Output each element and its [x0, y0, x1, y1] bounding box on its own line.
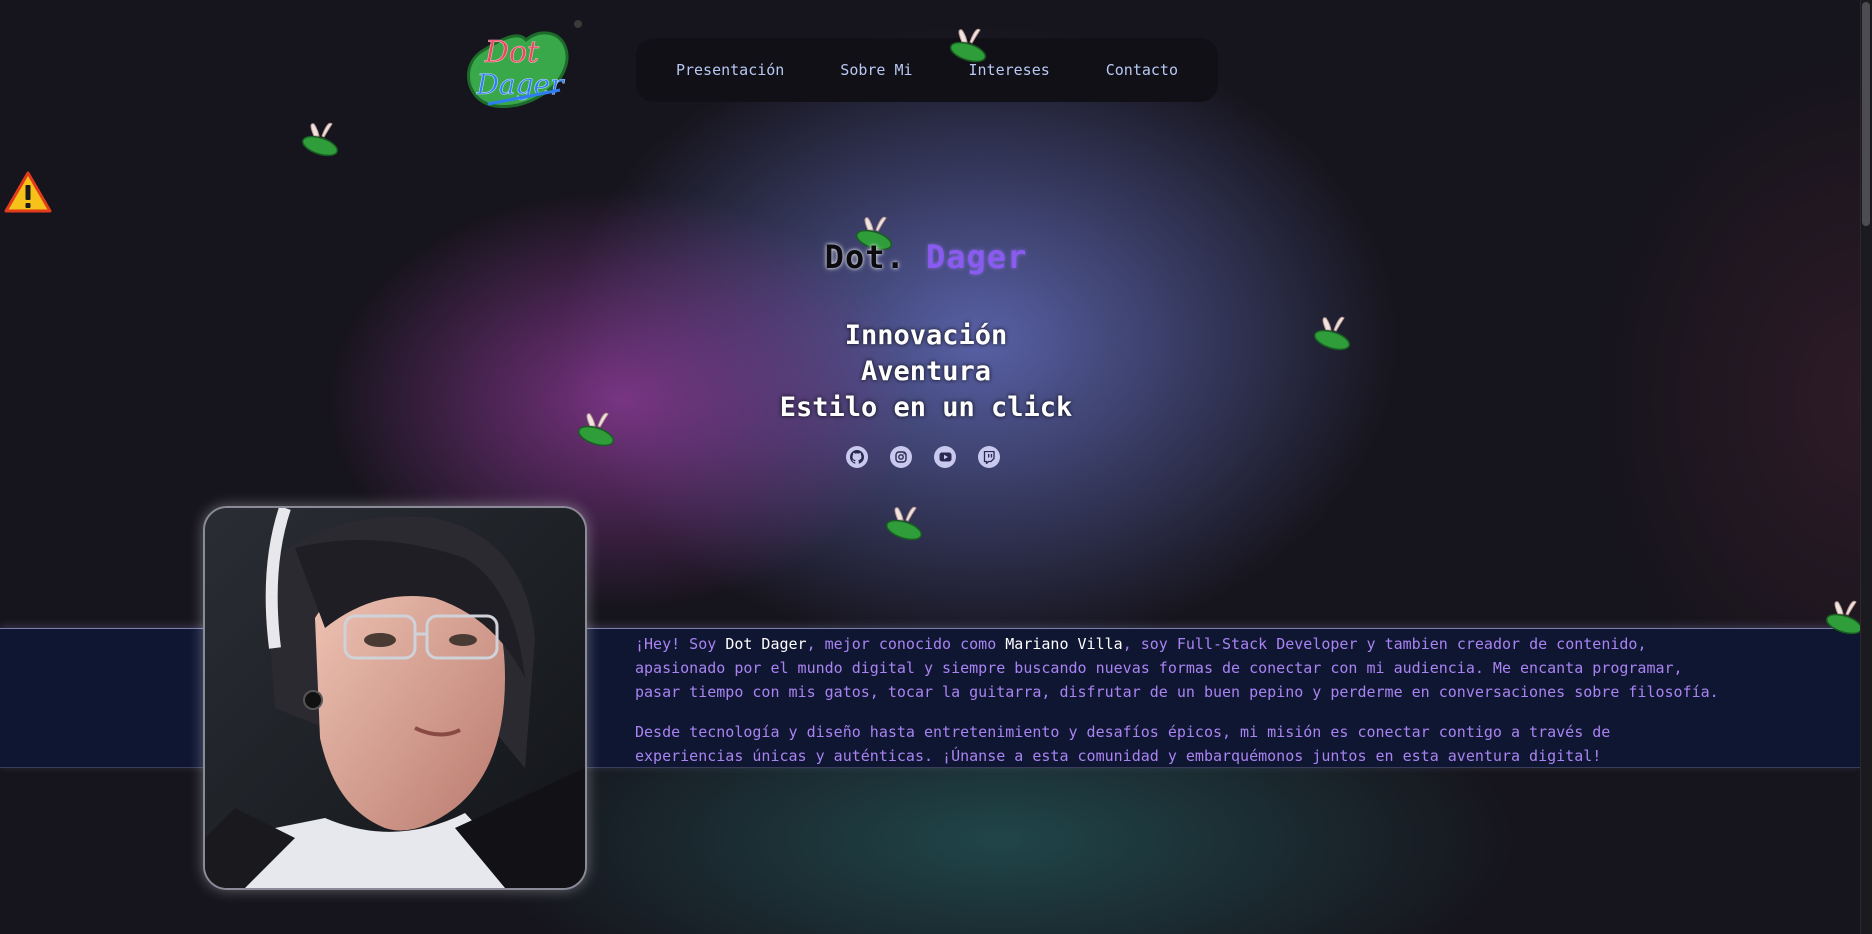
instagram-icon[interactable]: [890, 446, 912, 468]
nav-item-presentacion[interactable]: Presentación: [676, 61, 784, 79]
nav-item-contacto[interactable]: Contacto: [1106, 61, 1178, 79]
hero-title-dot: Dot.: [824, 238, 906, 276]
hero-title: Dot. Dager: [0, 238, 1852, 276]
warning-icon[interactable]: [4, 170, 52, 214]
hero-tagline: Innovación Aventura Estilo en un click: [0, 318, 1852, 426]
about-p1-mid: , mejor conocido como: [806, 635, 1006, 653]
flying-pickle-icon: [885, 506, 923, 541]
nav-item-sobre-mi[interactable]: Sobre Mi: [840, 61, 912, 79]
about-paragraph-1: ¡Hey! Soy Dot Dager, mejor conocido como…: [635, 632, 1725, 704]
page-scrollbar[interactable]: [1860, 0, 1872, 934]
main-nav: Presentación Sobre Mi Intereses Contacto: [636, 38, 1218, 102]
tagline-line-2: Aventura: [860, 356, 992, 387]
about-p1-real-name: Mariano Villa: [1005, 635, 1123, 653]
about-paragraph-2: Desde tecnología y diseño hasta entreten…: [635, 723, 1611, 765]
logo-line1: Dot: [484, 35, 540, 70]
dot-dager-logo[interactable]: Dot Dager: [460, 16, 588, 112]
youtube-icon[interactable]: [934, 446, 956, 468]
flying-pickle-icon: [949, 28, 987, 63]
github-icon[interactable]: [846, 446, 868, 468]
profile-portrait: [203, 506, 587, 890]
tagline-line-3: Estilo en un click: [779, 392, 1073, 423]
logo-line2: Dager: [475, 68, 565, 101]
tagline-line-1: Innovación: [844, 320, 1008, 351]
flying-pickle-icon: [301, 122, 339, 157]
about-p1-name: Dot Dager: [725, 635, 807, 653]
about-text: ¡Hey! Soy Dot Dager, mejor conocido como…: [635, 632, 1725, 784]
twitch-icon[interactable]: [978, 446, 1000, 468]
scrollbar-thumb[interactable]: [1862, 2, 1870, 226]
social-links: [846, 446, 1000, 468]
about-p1-intro: ¡Hey! Soy: [635, 635, 726, 653]
hero-title-dager: Dager: [926, 238, 1028, 276]
